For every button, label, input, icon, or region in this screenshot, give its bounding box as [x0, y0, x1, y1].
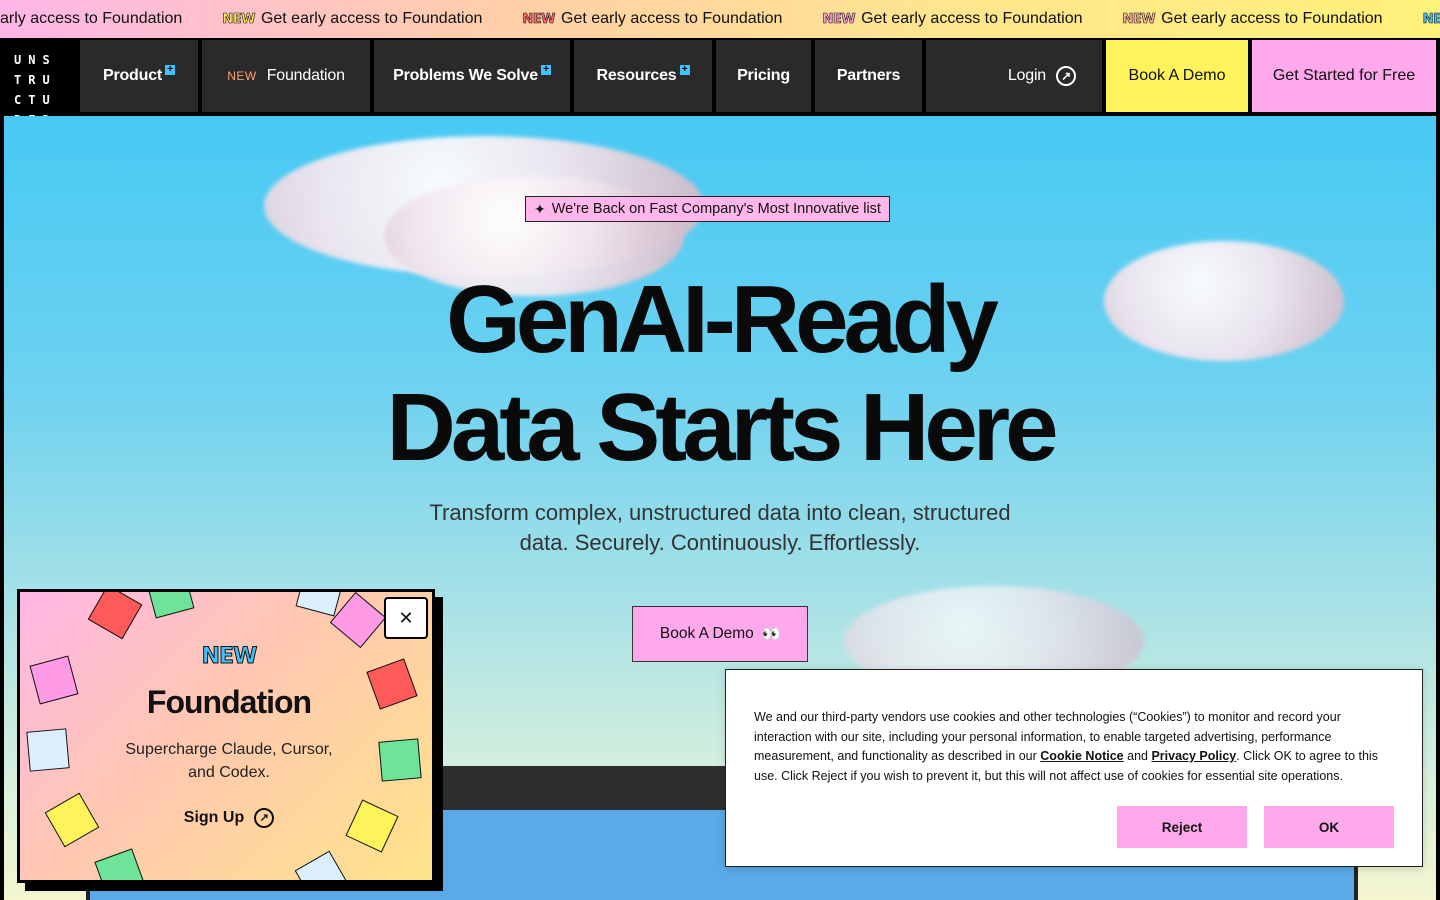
preview-header-bar: [434, 766, 734, 810]
ok-label: OK: [1318, 819, 1340, 835]
new-tag: NEW: [222, 11, 256, 27]
get-started-button[interactable]: Get Started for Free: [1252, 40, 1436, 112]
cookie-notice-link[interactable]: Cookie Notice: [1040, 749, 1123, 763]
ticker-text: Get early access to Foundation: [861, 10, 1083, 27]
nav-foundation[interactable]: NEW Foundation: [202, 40, 370, 112]
file-icon: [145, 592, 195, 619]
ticker-item[interactable]: NEW Get early access to Foundation: [222, 10, 522, 28]
book-demo-label: Book A Demo: [1128, 67, 1226, 84]
new-tag: NEW: [522, 11, 556, 27]
badge-text: We're Back on Fast Company's Most Innova…: [551, 201, 881, 217]
nav-pricing[interactable]: Pricing: [716, 40, 811, 112]
ticker-item[interactable]: arly access to Foundation: [0, 10, 222, 28]
reject-label: Reject: [1161, 819, 1203, 835]
ticker-item[interactable]: NEW Get early access to Foundation: [1422, 10, 1440, 28]
file-icon: [87, 592, 143, 640]
ticker-text: Get early access to Foundation: [561, 10, 783, 27]
plus-icon: +: [165, 65, 176, 75]
hero-book-demo-button[interactable]: Book A Demo 👀: [632, 606, 808, 662]
file-icon: [26, 728, 70, 772]
hero-cta-label: Book A Demo: [659, 625, 754, 642]
subhead-line-2: data. Securely. Continuously. Effortless…: [519, 530, 921, 555]
ticker-text: arly access to Foundation: [0, 10, 183, 27]
fast-company-badge[interactable]: ✦ We're Back on Fast Company's Most Inno…: [525, 196, 890, 222]
file-icon: [378, 738, 422, 782]
promo-close-button[interactable]: ✕: [384, 597, 428, 639]
promo-signup-link[interactable]: Sign Up ↗: [20, 808, 432, 828]
plus-icon: +: [540, 65, 551, 75]
cookie-reject-button[interactable]: Reject: [1117, 806, 1247, 848]
new-tag: NEW: [1422, 11, 1440, 27]
ticker-track: arly access to Foundation NEW Get early …: [0, 0, 1440, 38]
eyes-icon: 👀: [761, 625, 781, 643]
ticker-text: Get early access to Foundation: [260, 10, 483, 27]
book-demo-button[interactable]: Book A Demo: [1106, 40, 1248, 112]
nav-partners[interactable]: Partners: [815, 40, 922, 112]
ticker-text: Get early access to Foundation: [1161, 10, 1383, 27]
arrow-up-right-icon: ↗: [1056, 66, 1076, 86]
nav-resources[interactable]: Resources +: [574, 40, 712, 112]
nav-login[interactable]: Login ↗: [926, 40, 1102, 112]
file-icon: [94, 848, 146, 880]
promo-title: Foundation: [146, 684, 312, 720]
cookie-text: We and our third-party vendors use cooki…: [754, 708, 1394, 786]
nav-product-label: Product: [102, 67, 163, 84]
main-nav: UNSTRUCTURED Product + NEW Foundation Pr…: [0, 38, 1440, 127]
promo-signup-label: Sign Up: [183, 809, 245, 826]
new-tag: NEW: [1122, 11, 1156, 27]
get-started-label: Get Started for Free: [1272, 67, 1416, 84]
nav-foundation-label: Foundation: [266, 67, 345, 84]
file-icon: [294, 850, 350, 880]
promo-subtitle: Supercharge Claude, Cursor, and Codex.: [125, 741, 333, 781]
ticker-item[interactable]: NEW Get early access to Foundation: [1122, 10, 1423, 28]
close-icon: ✕: [398, 607, 414, 628]
headline-line-1: GenAI-Ready: [446, 266, 999, 373]
arrow-up-right-icon: ↗: [254, 808, 275, 828]
foundation-promo-popup: NEW Foundation Supercharge Claude, Curso…: [17, 589, 435, 883]
cookie-banner: We and our third-party vendors use cooki…: [725, 669, 1423, 867]
nav-problems-label: Problems We Solve: [393, 67, 538, 84]
promo-new-tag: NEW: [201, 644, 258, 670]
nav-login-label: Login: [1007, 67, 1046, 84]
ticker-item[interactable]: NEW Get early access to Foundation: [522, 10, 822, 28]
cookie-ok-button[interactable]: OK: [1264, 806, 1394, 848]
announcement-ticker[interactable]: arly access to Foundation NEW Get early …: [0, 0, 1440, 38]
ticker-item[interactable]: NEW Get early access to Foundation: [822, 10, 1122, 28]
hero-subhead: Transform complex, unstructured data int…: [4, 498, 1436, 558]
nav-resources-label: Resources: [596, 67, 677, 84]
sparkle-icon: ✦: [534, 200, 546, 217]
nav-problems[interactable]: Problems We Solve +: [374, 40, 570, 112]
nav-product[interactable]: Product +: [80, 40, 198, 112]
privacy-policy-link[interactable]: Privacy Policy: [1151, 749, 1236, 763]
nav-new-tag: NEW: [227, 69, 257, 83]
subhead-line-1: Transform complex, unstructured data int…: [429, 500, 1011, 525]
cookie-text-and: and: [1123, 749, 1152, 763]
headline-line-2: Data Starts Here: [386, 374, 1059, 481]
hero-headline: GenAI-Ready Data Starts Here: [4, 266, 1436, 482]
plus-icon: +: [679, 65, 690, 75]
nav-pricing-label: Pricing: [737, 67, 790, 84]
nav-partners-label: Partners: [836, 67, 901, 84]
new-tag: NEW: [822, 11, 856, 27]
